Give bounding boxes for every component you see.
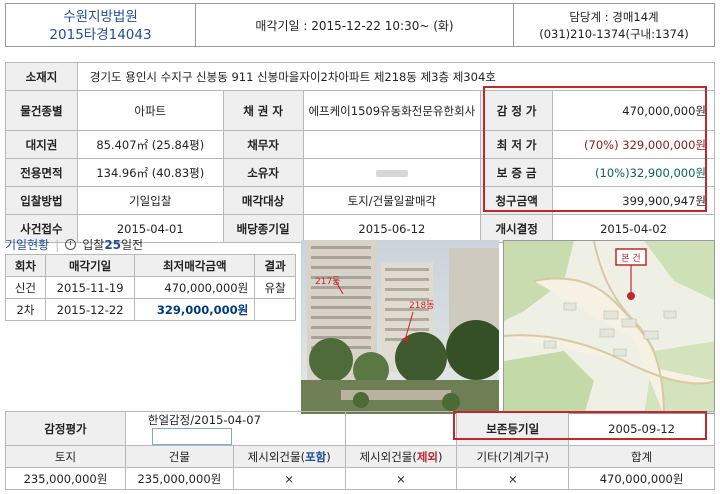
history-col-date: 매각기일: [44, 254, 136, 277]
debtor-label: 채무자: [222, 130, 304, 159]
sale-target-value: 토지/건물일괄매각: [302, 186, 482, 215]
bid-method-value: 기일입찰: [76, 186, 224, 215]
total-value: 470,000,000원: [568, 467, 715, 490]
history-header-row: 회차 매각기일 최저매각금액 결과: [5, 254, 296, 277]
property-photo[interactable]: 217동 218동: [301, 240, 499, 414]
table-row: 신건 2015-11-19 470,000,000원 유찰: [5, 276, 296, 299]
history-title: 기일현황 | 입찰25일전: [5, 236, 144, 253]
location-map[interactable]: 본 건: [503, 240, 715, 414]
map-illustration: 본 건: [504, 241, 714, 413]
table-row: 2차 2015-12-22 329,000,000원: [5, 298, 296, 321]
photo-label-217: 217동: [315, 276, 340, 287]
valuation-value: 한얼감정/2015-04-07: [124, 411, 346, 446]
col-total: 합계: [568, 445, 715, 468]
photo-illustration: 217동 218동: [301, 240, 499, 414]
history-table: 회차 매각기일 최저매각금액 결과 신건 2015-11-19 470,000,…: [5, 254, 296, 321]
valuation-input[interactable]: [151, 428, 232, 445]
history-col-round: 회차: [5, 254, 46, 277]
valuation-header-row: 토지 건물 제시외건물(포함) 제시외건물(제외) 기타(기계기구) 합계: [5, 445, 715, 468]
history-date: 2015-11-19: [44, 276, 136, 299]
history-price: 329,000,000원: [134, 298, 256, 321]
creditor-value: 에프케이1509유동화전문유한회사: [302, 90, 482, 131]
case-number: 2015타경14043: [49, 27, 152, 43]
history-col-price: 최저매각금액: [134, 254, 256, 277]
owner-label: 소유자: [222, 158, 304, 187]
land-right-label: 대지권: [5, 130, 78, 159]
dividend-label: 배당종기일: [222, 214, 304, 243]
type-value: 아파트: [76, 90, 224, 131]
creditor-label: 채 권 자: [222, 90, 304, 131]
col-land: 토지: [5, 445, 126, 468]
area-value: 134.96㎡ (40.83평): [76, 158, 224, 187]
dividend-value: 2015-06-12: [302, 214, 482, 243]
sale-target-label: 매각대상: [222, 186, 304, 215]
valuation-label: 감정평가: [5, 411, 126, 446]
col-building: 건물: [124, 445, 234, 468]
sale-date: 매각기일 : 2015-12-22 10:30~ (화): [196, 4, 514, 46]
history-col-result: 결과: [254, 254, 296, 277]
valuation-data-row: 235,000,000원 235,000,000원 × × × 470,000,…: [5, 467, 715, 490]
excl-include-value: ×: [232, 467, 346, 490]
preserve-highlight-box: [453, 411, 707, 440]
clock-icon: [65, 239, 77, 250]
history-date: 2015-12-22: [44, 298, 136, 321]
map-pin-icon: [627, 292, 635, 300]
area-label: 전용면적: [5, 158, 78, 187]
other-value: ×: [456, 467, 570, 490]
case-header: 수원지방법원 2015타경14043 매각기일 : 2015-12-22 10:…: [5, 3, 715, 47]
price-highlight-box: [483, 86, 707, 212]
bid-method-label: 입찰방법: [5, 186, 78, 215]
address-label: 소재지: [5, 62, 78, 91]
history-price: 470,000,000원: [134, 276, 256, 299]
owner-value: [302, 158, 482, 187]
start-decision-label: 개시결정: [480, 214, 554, 243]
charge-team: 담당계 : 경매14계: [569, 10, 659, 24]
col-excl-exclude: 제시외건물(제외): [344, 445, 458, 468]
charge-block: 담당계 : 경매14계 (031)210-1374(구내:1374): [514, 4, 714, 46]
charge-phone: (031)210-1374(구내:1374): [539, 27, 689, 41]
history-heading[interactable]: 기일현황: [5, 236, 49, 253]
history-result: 유찰: [254, 276, 296, 299]
land-right-value: 85.407㎡ (25.84평): [76, 130, 224, 159]
start-decision-value: 2015-04-02: [552, 214, 715, 243]
excl-exclude-value: ×: [344, 467, 458, 490]
debtor-value: [302, 130, 482, 159]
type-label: 물건종별: [5, 90, 78, 131]
col-other: 기타(기계기구): [456, 445, 570, 468]
history-round: 신건: [5, 276, 46, 299]
court-block: 수원지방법원 2015타경14043: [6, 4, 196, 46]
building-value: 235,000,000원: [124, 467, 234, 490]
owner-redacted: [375, 169, 408, 177]
history-round: 2차: [5, 298, 46, 321]
court-name: 수원지방법원: [63, 9, 138, 25]
bid-countdown: 입찰25일전: [82, 238, 144, 252]
photo-label-218: 218동: [409, 300, 434, 311]
land-value: 235,000,000원: [5, 467, 126, 490]
map-marker-label: 본 건: [621, 253, 640, 264]
history-result: [254, 298, 296, 321]
col-excl-include: 제시외건물(포함): [232, 445, 346, 468]
